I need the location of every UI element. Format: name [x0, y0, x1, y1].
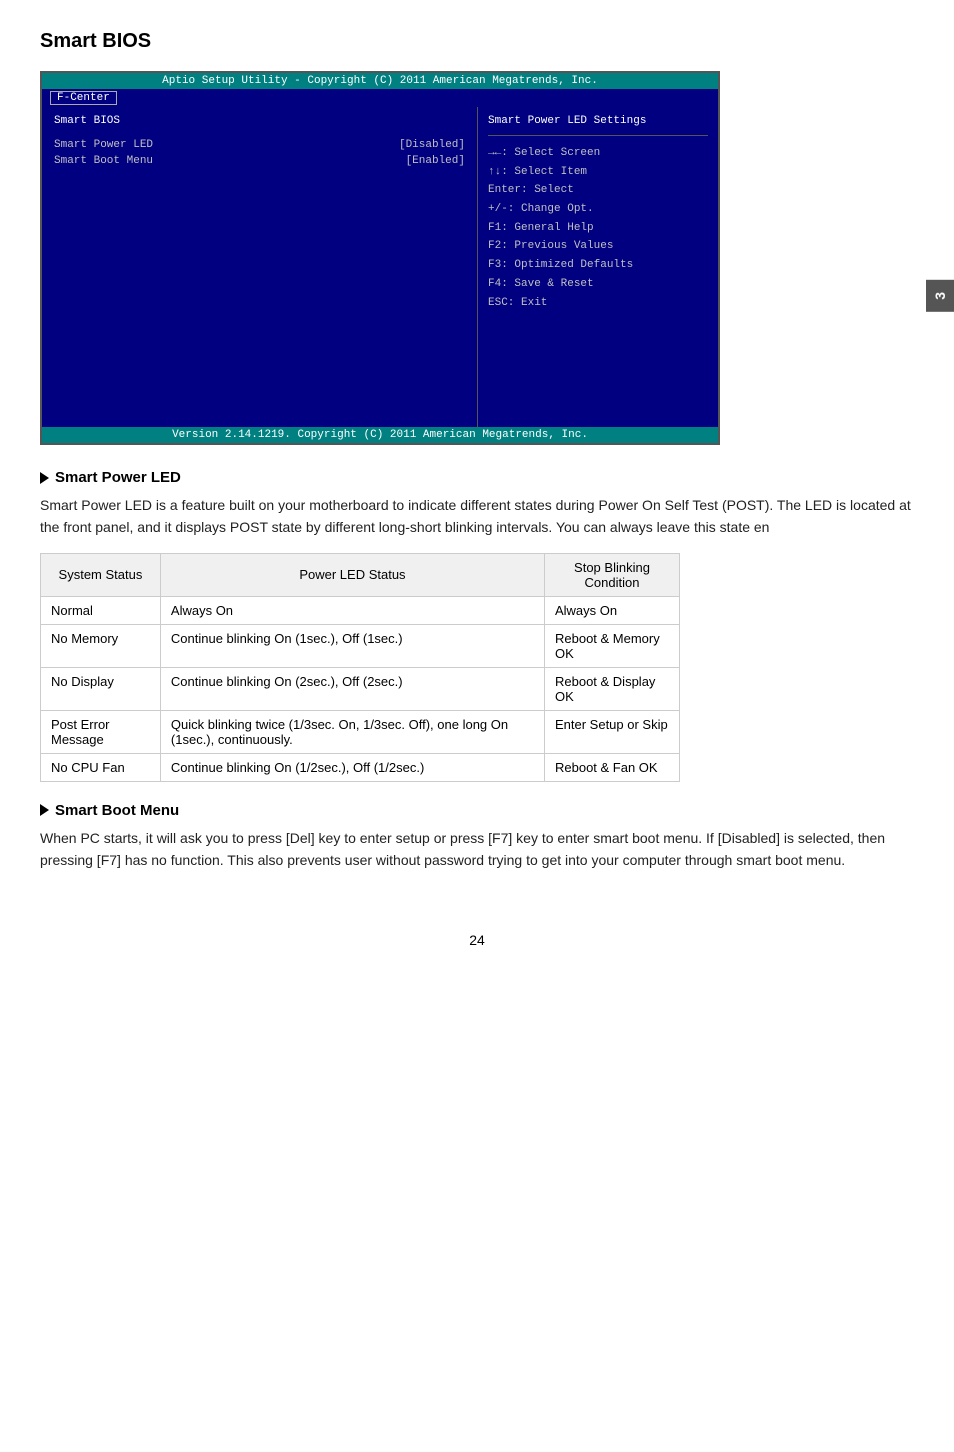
smart-boot-menu-description: When PC starts, it will ask you to press… [40, 827, 914, 872]
bios-right-title: Smart Power LED Settings [488, 115, 708, 127]
table-header: System Status [41, 553, 161, 596]
table-cell: No Memory [41, 624, 161, 667]
bios-key-line: F4: Save & Reset [488, 275, 708, 294]
bios-right-panel: Smart Power LED Settings →←: Select Scre… [478, 107, 718, 427]
table-cell: Always On [160, 596, 544, 624]
table-cell: Reboot & Fan OK [544, 753, 679, 781]
bios-key-line: +/-: Change Opt. [488, 200, 708, 219]
bios-option-label: Smart Power LED [54, 139, 153, 151]
bios-tab: F-Center [50, 91, 117, 105]
table-header: Power LED Status [160, 553, 544, 596]
table-cell: No Display [41, 667, 161, 710]
table-cell: No CPU Fan [41, 753, 161, 781]
page-number: 24 [40, 932, 914, 948]
bios-option-row: Smart Power LED [Disabled] [54, 139, 465, 151]
bios-option-value: [Enabled] [406, 155, 465, 167]
bios-key-line: →←: Select Screen [488, 144, 708, 163]
table-row: NormalAlways OnAlways On [41, 596, 680, 624]
page-title: Smart BIOS [40, 30, 914, 53]
smart-power-led-heading: Smart Power LED [40, 469, 914, 486]
table-cell: Quick blinking twice (1/3sec. On, 1/3sec… [160, 710, 544, 753]
bios-key-line: F3: Optimized Defaults [488, 256, 708, 275]
table-header: Stop Blinking Condition [544, 553, 679, 596]
triangle-icon-2 [40, 804, 49, 816]
table-cell: Normal [41, 596, 161, 624]
bios-key-line: F1: General Help [488, 219, 708, 238]
triangle-icon [40, 472, 49, 484]
table-cell: Always On [544, 596, 679, 624]
bios-key-line: ESC: Exit [488, 294, 708, 313]
bios-section-title: Smart BIOS [54, 115, 465, 127]
bios-option-label: Smart Boot Menu [54, 155, 153, 167]
led-table: System StatusPower LED StatusStop Blinki… [40, 553, 680, 782]
table-row: No CPU FanContinue blinking On (1/2sec.)… [41, 753, 680, 781]
table-cell: Continue blinking On (1/2sec.), Off (1/2… [160, 753, 544, 781]
bios-left-panel: Smart BIOS Smart Power LED[Disabled]Smar… [42, 107, 478, 427]
bios-keys: →←: Select Screen↑↓: Select ItemEnter: S… [488, 144, 708, 312]
bios-key-line: Enter: Select [488, 181, 708, 200]
bios-key-line: ↑↓: Select Item [488, 163, 708, 182]
chapter-tab: 3 [926, 280, 954, 312]
bios-divider [488, 135, 708, 136]
bios-option-row: Smart Boot Menu [Enabled] [54, 155, 465, 167]
bios-tab-bar: F-Center [42, 89, 718, 107]
table-cell: Continue blinking On (2sec.), Off (2sec.… [160, 667, 544, 710]
table-cell: Reboot & Memory OK [544, 624, 679, 667]
bios-screenshot: Aptio Setup Utility - Copyright (C) 2011… [40, 71, 720, 445]
table-cell: Continue blinking On (1sec.), Off (1sec.… [160, 624, 544, 667]
bios-footer: Version 2.14.1219. Copyright (C) 2011 Am… [42, 427, 718, 443]
table-cell: Enter Setup or Skip [544, 710, 679, 753]
table-cell: Reboot & Display OK [544, 667, 679, 710]
bios-key-line: F2: Previous Values [488, 237, 708, 256]
table-row: No MemoryContinue blinking On (1sec.), O… [41, 624, 680, 667]
table-row: No DisplayContinue blinking On (2sec.), … [41, 667, 680, 710]
smart-boot-menu-heading: Smart Boot Menu [40, 802, 914, 819]
table-row: Post Error MessageQuick blinking twice (… [41, 710, 680, 753]
table-cell: Post Error Message [41, 710, 161, 753]
bios-header: Aptio Setup Utility - Copyright (C) 2011… [42, 73, 718, 89]
bios-option-value: [Disabled] [399, 139, 465, 151]
smart-power-led-description: Smart Power LED is a feature built on yo… [40, 494, 914, 539]
